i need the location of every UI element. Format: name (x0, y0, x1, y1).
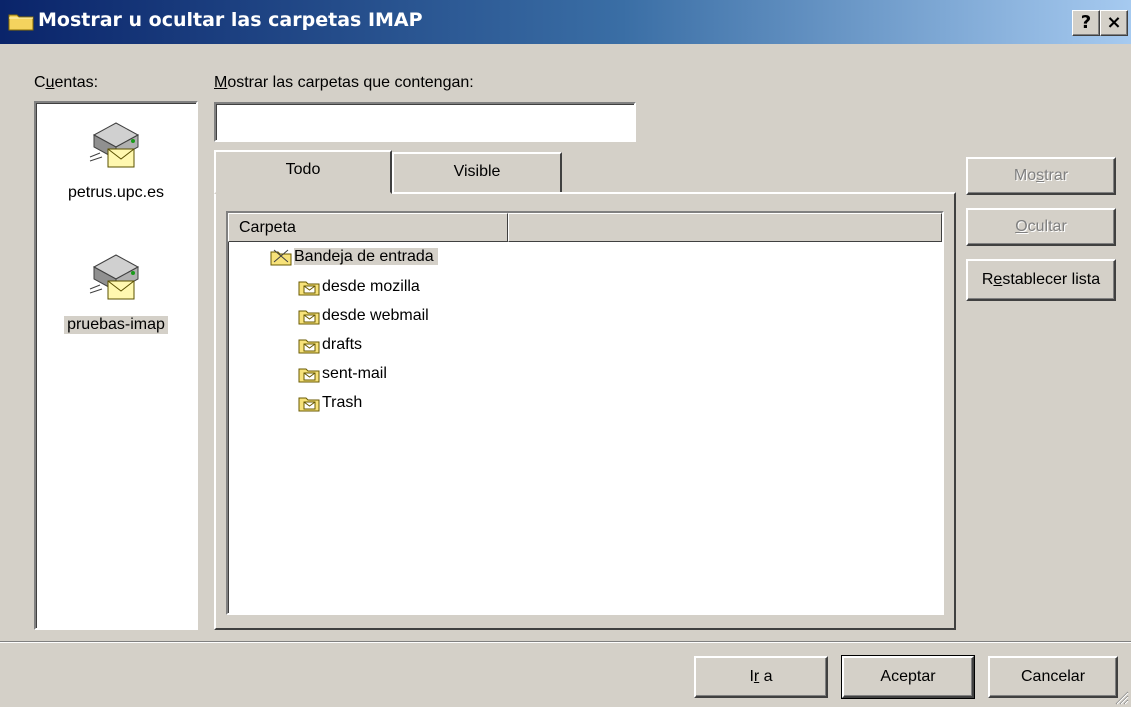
account-name: petrus.upc.es (67, 184, 165, 201)
help-button[interactable]: ? (1072, 10, 1100, 36)
tree-node-label: drafts (322, 336, 363, 353)
folder-icon (298, 397, 320, 412)
show-button[interactable]: Mostrar (966, 157, 1116, 195)
tree-node-label: sent-mail (322, 365, 387, 382)
close-button[interactable]: × (1100, 10, 1128, 36)
tab-visible[interactable]: Visible (392, 152, 562, 192)
account-item-pruebas-imap[interactable]: pruebas-imap (36, 245, 196, 334)
folder-icon (298, 310, 320, 325)
tree-node-label: desde mozilla (322, 278, 420, 295)
column-header-empty (508, 213, 942, 242)
account-name: pruebas-imap (64, 316, 168, 334)
folder-icon (298, 339, 320, 354)
resize-grip-icon[interactable] (1113, 689, 1129, 705)
filter-label: Mostrar las carpetas que contengan: (214, 74, 474, 91)
folder-tree[interactable]: Carpeta Bandeja de entrada desde mozilla… (226, 211, 944, 615)
window-title: Mostrar u ocultar las carpetas IMAP (38, 9, 423, 31)
hide-button[interactable]: Ocultar (966, 208, 1116, 246)
tree-node-trash[interactable]: Trash (298, 389, 362, 416)
ok-button[interactable]: Aceptar (841, 655, 975, 699)
mail-server-icon (89, 122, 140, 168)
go-to-button[interactable]: Ir a (694, 656, 828, 698)
tree-node-label: Bandeja de entrada (294, 248, 438, 265)
folder-icon (8, 14, 34, 31)
tree-node-drafts[interactable]: drafts (298, 331, 362, 358)
title-bar[interactable]: Mostrar u ocultar las carpetas IMAP ? × (0, 0, 1131, 44)
tree-node-label: Trash (322, 394, 363, 411)
tree-node-desde-mozilla[interactable]: desde mozilla (298, 273, 420, 300)
cancel-button[interactable]: Cancelar (988, 656, 1118, 698)
column-header-carpeta[interactable]: Carpeta (228, 213, 508, 242)
accounts-list[interactable]: petrus.upc.es pruebas-imap (34, 101, 198, 630)
subscribed-folder-icon (270, 249, 292, 266)
filter-input[interactable] (214, 102, 636, 142)
mail-server-icon (89, 254, 140, 300)
folder-icon (298, 368, 320, 383)
tree-node-sent-mail[interactable]: sent-mail (298, 360, 387, 387)
tree-node-bandeja-de-entrada[interactable]: Bandeja de entrada (270, 243, 438, 270)
account-item-petrus[interactable]: petrus.upc.es (36, 113, 196, 202)
accounts-label: Cuentas: (34, 74, 99, 91)
folder-icon (298, 281, 320, 296)
tab-todo[interactable]: Todo (214, 150, 392, 194)
tree-node-label: desde webmail (322, 307, 429, 324)
tree-node-desde-webmail[interactable]: desde webmail (298, 302, 429, 329)
reset-list-button[interactable]: Restablecer lista (966, 259, 1116, 301)
